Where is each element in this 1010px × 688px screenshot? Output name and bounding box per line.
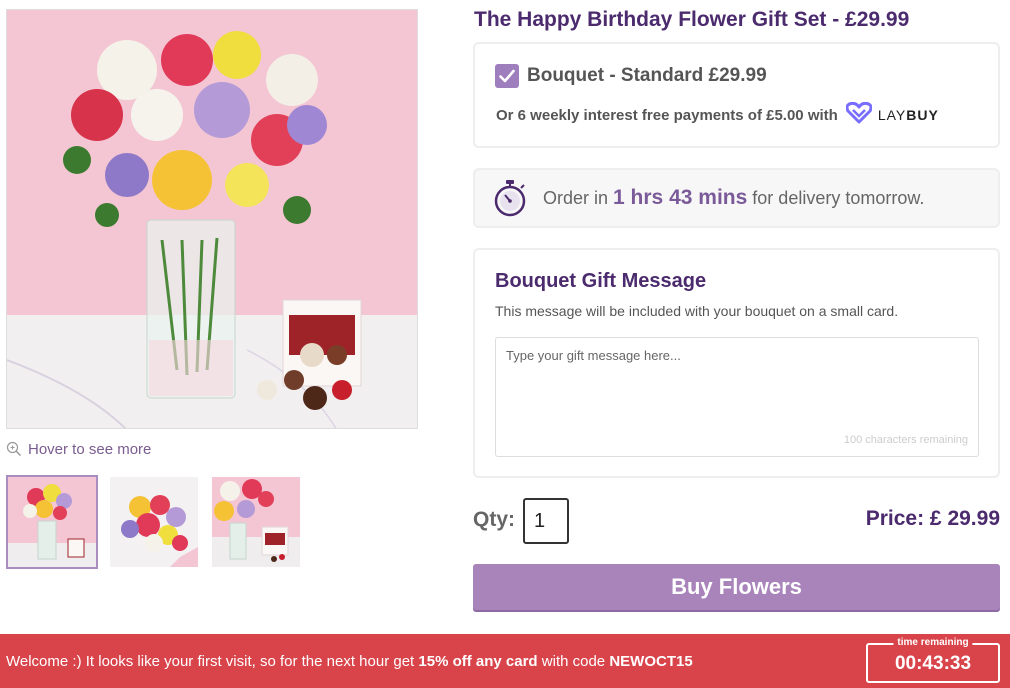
delivery-text: Order in 1 hrs 43 mins for delivery tomo… bbox=[543, 186, 924, 210]
zoom-icon bbox=[6, 441, 22, 457]
thumbnail-2[interactable] bbox=[108, 475, 200, 569]
price-label: Price: £ 29.99 bbox=[865, 507, 1000, 530]
laybuy-info: Or 6 weekly interest free payments of £5… bbox=[496, 101, 939, 128]
bouquet-option-label: Bouquet - Standard £29.99 bbox=[527, 65, 767, 86]
promo-banner: Welcome :) It looks like your first visi… bbox=[0, 634, 1010, 688]
laybuy-heart-icon bbox=[845, 101, 873, 128]
delivery-countdown-card: Order in 1 hrs 43 mins for delivery tomo… bbox=[473, 168, 1000, 228]
laybuy-text: Or 6 weekly interest free payments of £5… bbox=[496, 106, 838, 124]
stopwatch-icon bbox=[493, 179, 527, 217]
laybuy-logo-lay: LAY bbox=[877, 107, 907, 123]
promo-code: NEWOCT15 bbox=[609, 653, 693, 670]
laybuy-logo-buy: BUY bbox=[906, 107, 939, 123]
delivery-prefix: Order in bbox=[543, 188, 609, 208]
bouquet-option-card: Bouquet - Standard £29.99 Or 6 weekly in… bbox=[473, 42, 1000, 148]
checkbox-checked-icon[interactable] bbox=[495, 64, 519, 88]
hover-hint-text: Hover to see more bbox=[28, 440, 152, 458]
gift-message-card: Bouquet Gift Message This message will b… bbox=[473, 248, 1000, 478]
delivery-time: 1 hrs 43 mins bbox=[613, 186, 748, 209]
laybuy-logo: LAYBUY bbox=[845, 101, 939, 128]
timer-label: time remaining bbox=[893, 637, 973, 648]
promo-discount: 15% off any card bbox=[418, 653, 538, 670]
delivery-suffix: for delivery tomorrow. bbox=[752, 188, 925, 208]
main-product-image[interactable] bbox=[6, 9, 418, 429]
thumbnail-3[interactable] bbox=[210, 475, 302, 569]
product-title: The Happy Birthday Flower Gift Set - £29… bbox=[474, 8, 910, 31]
thumbnail-1[interactable] bbox=[6, 475, 98, 569]
qty-input[interactable] bbox=[523, 498, 569, 544]
gift-message-title: Bouquet Gift Message bbox=[495, 270, 707, 292]
gift-message-subtitle: This message will be included with your … bbox=[495, 303, 899, 319]
buy-flowers-button[interactable]: Buy Flowers bbox=[473, 564, 1000, 610]
qty-label: Qty: bbox=[473, 508, 515, 531]
bouquet-option[interactable]: Bouquet - Standard £29.99 bbox=[495, 64, 767, 88]
promo-text-part-2: with code bbox=[537, 653, 610, 670]
thumbnail-strip bbox=[6, 475, 302, 569]
promo-timer: time remaining 00:43:33 bbox=[866, 637, 1000, 683]
promo-text: Welcome :) It looks like your first visi… bbox=[6, 653, 693, 670]
promo-text-part-1: Welcome :) It looks like your first visi… bbox=[6, 653, 419, 670]
hover-hint: Hover to see more bbox=[6, 439, 151, 459]
timer-value: 00:43:33 bbox=[894, 653, 972, 674]
char-count: 100 characters remaining bbox=[843, 434, 968, 446]
